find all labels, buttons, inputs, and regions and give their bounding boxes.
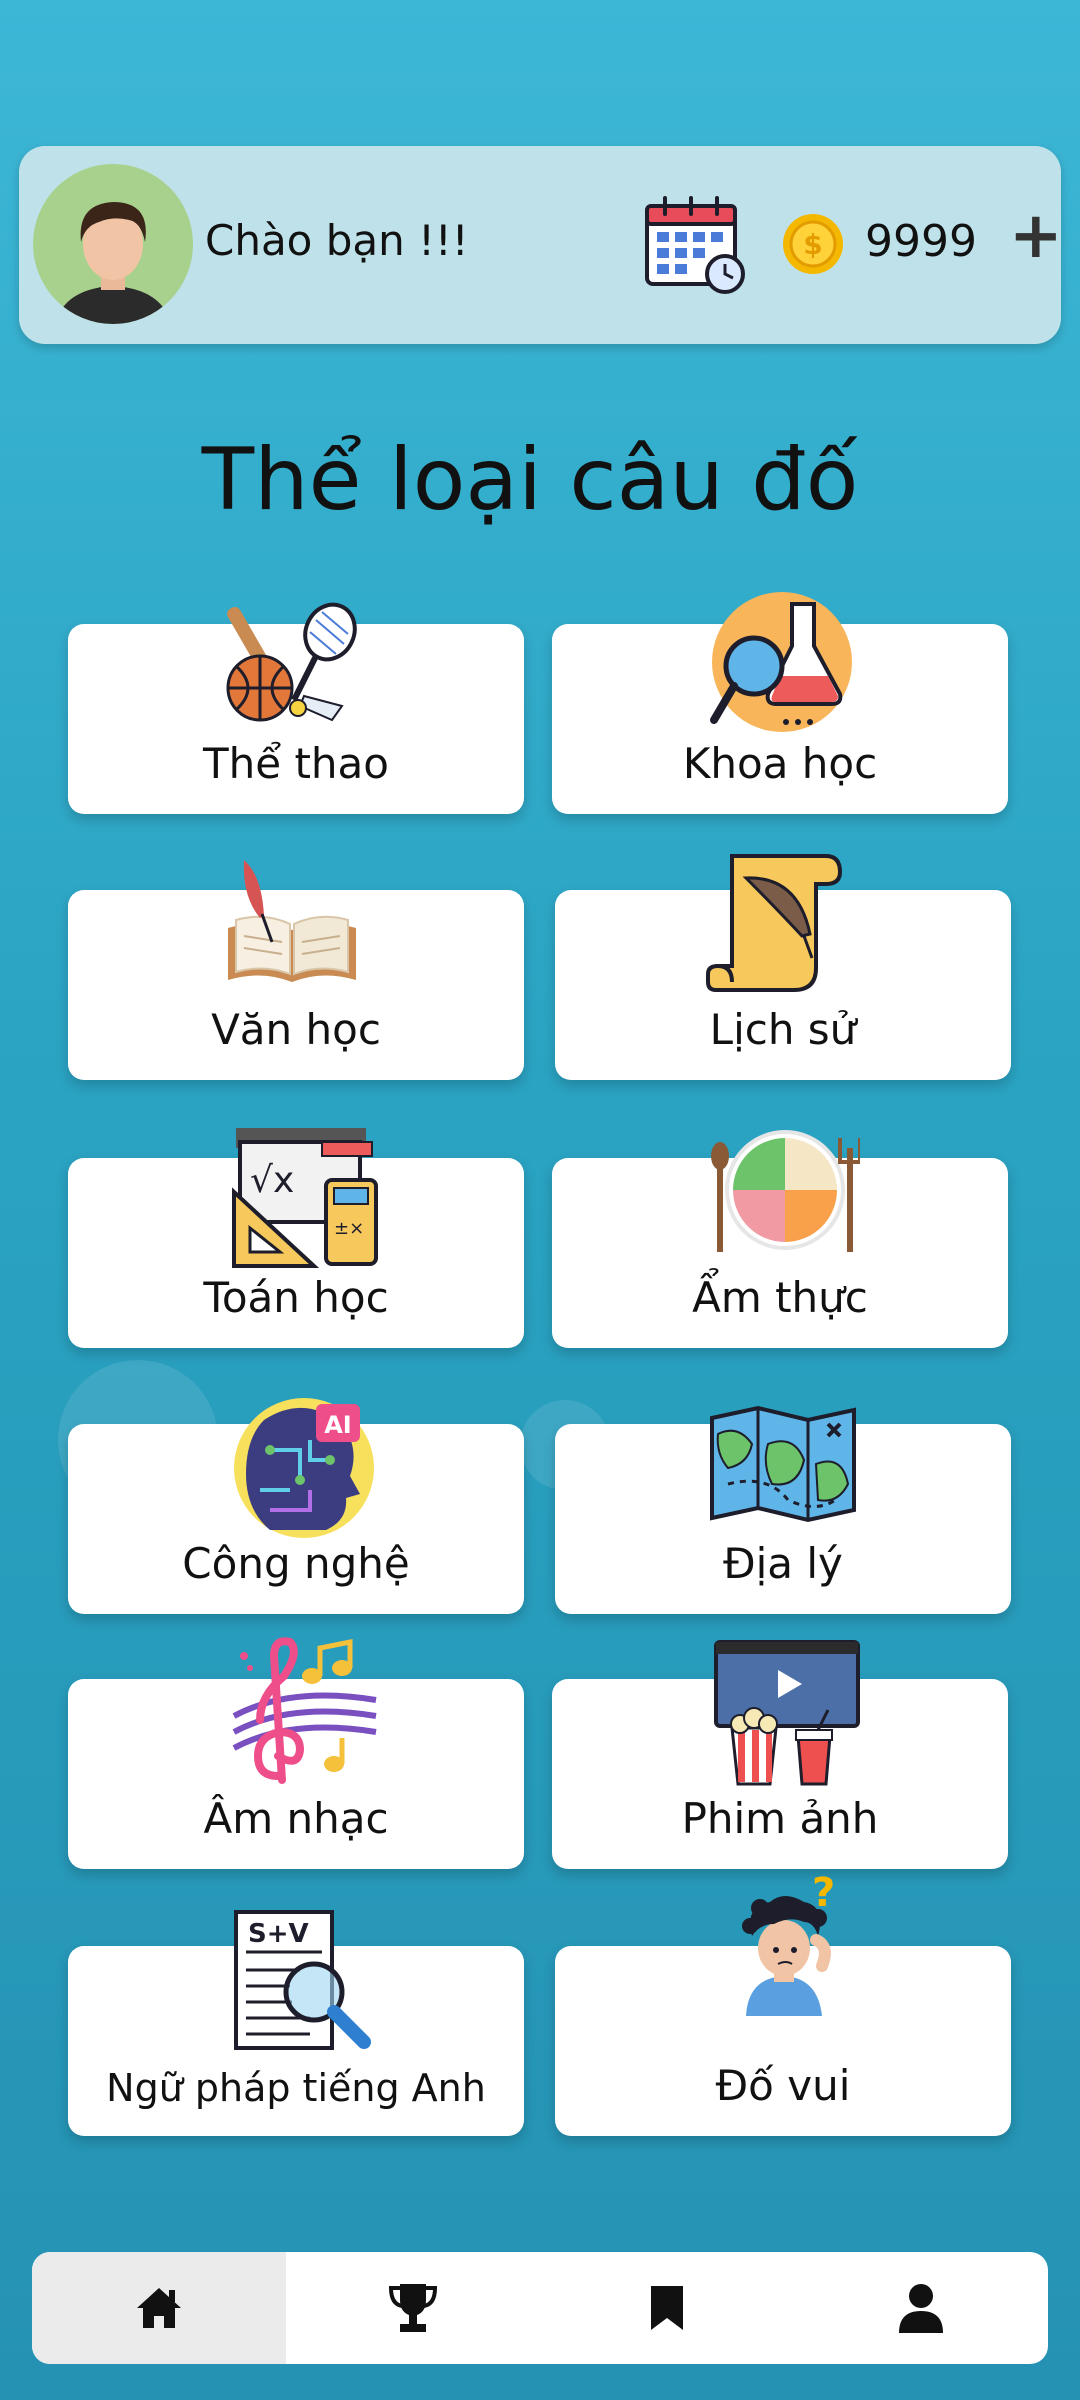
category-label: Đố vui	[715, 2061, 851, 2110]
category-label: Công nghệ	[182, 1539, 410, 1588]
category-label: Lịch sử	[709, 1005, 857, 1054]
ai-technology-icon: AI	[234, 1398, 374, 1538]
category-label: Ẩm thực	[692, 1273, 868, 1322]
nav-home[interactable]	[32, 2252, 286, 2364]
coin-balance: 9999	[865, 216, 977, 267]
category-label: Ngữ pháp tiếng Anh	[106, 2066, 486, 2110]
greeting-text: Chào bạn !!!	[205, 216, 469, 265]
music-icon	[232, 1637, 377, 1784]
history-scroll-icon	[706, 854, 843, 992]
category-label: Phim ảnh	[681, 1794, 879, 1843]
category-label: Khoa học	[682, 739, 878, 788]
food-plate-icon	[711, 1130, 860, 1252]
nav-profile[interactable]	[794, 2252, 1048, 2364]
science-icon	[710, 592, 852, 732]
category-label: Địa lý	[723, 1539, 843, 1588]
sports-icon	[226, 602, 357, 722]
trophy-icon	[388, 2284, 438, 2332]
svg-text:±×: ±×	[334, 1218, 364, 1239]
thinking-person-icon: ?	[742, 1870, 835, 2016]
math-icon: √x ±×	[232, 1128, 378, 1268]
category-label: Thể thao	[203, 739, 389, 788]
bookmark-icon	[651, 2286, 683, 2330]
bottom-navigation	[32, 2252, 1048, 2364]
svg-text:AI: AI	[324, 1411, 352, 1439]
literature-book-icon	[228, 860, 356, 982]
category-label: Toán học	[203, 1273, 389, 1322]
nav-leaderboard[interactable]	[286, 2252, 540, 2364]
category-label: Âm nhạc	[203, 1794, 389, 1843]
coin-icon: $	[783, 214, 843, 274]
user-header: Chào bạn !!! $ 9999 +	[19, 146, 1063, 344]
page-title: Thể loại câu đố	[201, 430, 859, 530]
profile-icon	[899, 2284, 943, 2333]
add-coins-button[interactable]: +	[1009, 204, 1063, 268]
nav-bookmarks[interactable]	[540, 2252, 794, 2364]
home-icon	[137, 2288, 181, 2328]
svg-text:S+V: S+V	[248, 1919, 309, 1949]
calendar-icon[interactable]	[643, 192, 749, 296]
map-icon	[710, 1405, 856, 1523]
grammar-icon: S+V	[234, 1910, 371, 2050]
movie-icon	[714, 1640, 860, 1786]
svg-text:√x: √x	[250, 1160, 294, 1201]
svg-text:$: $	[803, 228, 822, 261]
category-label: Văn học	[211, 1005, 381, 1054]
avatar[interactable]	[33, 164, 193, 324]
